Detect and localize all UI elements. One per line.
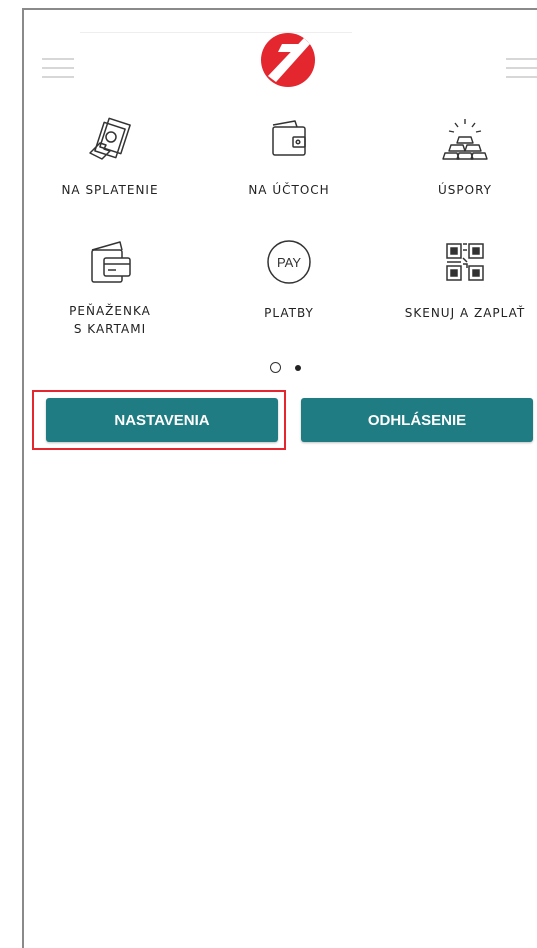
- menu-right-icon[interactable]: [506, 58, 537, 78]
- page-dot-2-active[interactable]: [295, 365, 301, 371]
- wallet-icon: [272, 120, 306, 156]
- pay-icon-text: PAY: [277, 255, 301, 270]
- page-dot-1[interactable]: [270, 362, 281, 373]
- tile-uspory[interactable]: ÚSPORY: [390, 115, 537, 199]
- tile-penazenka-s-kartami[interactable]: PEŇAŽENKA S KARTAMI: [35, 238, 185, 338]
- brand-logo-icon: [261, 33, 315, 87]
- gold-bars-icon: [442, 119, 488, 160]
- page-indicator[interactable]: [270, 362, 310, 376]
- qr-code-icon: [446, 243, 484, 281]
- tile-label: SKENUJ A ZAPLAŤ: [404, 306, 526, 320]
- tile-label: PLATBY: [264, 306, 314, 320]
- hand-money-icon: [89, 117, 131, 160]
- tile-na-splatenie[interactable]: NA SPLATENIE: [35, 115, 185, 199]
- pay-icon: PAY: [267, 240, 311, 284]
- tile-skenuj-a-zaplat[interactable]: SKENUJ A ZAPLAŤ: [390, 238, 537, 322]
- tile-label: PEŇAŽENKA S KARTAMI: [69, 304, 151, 336]
- cards-wallet-icon: [91, 241, 131, 283]
- tile-label: NA SPLATENIE: [61, 183, 159, 197]
- tile-na-uctoch[interactable]: NA ÚČTOCH: [214, 115, 364, 199]
- logout-button[interactable]: ODHLÁSENIE: [301, 398, 533, 442]
- tile-label: ÚSPORY: [438, 183, 492, 197]
- menu-left-icon[interactable]: [42, 58, 74, 78]
- tile-label: NA ÚČTOCH: [248, 183, 330, 197]
- tile-platby[interactable]: PAY PLATBY: [214, 238, 364, 322]
- settings-button[interactable]: NASTAVENIA: [46, 398, 278, 442]
